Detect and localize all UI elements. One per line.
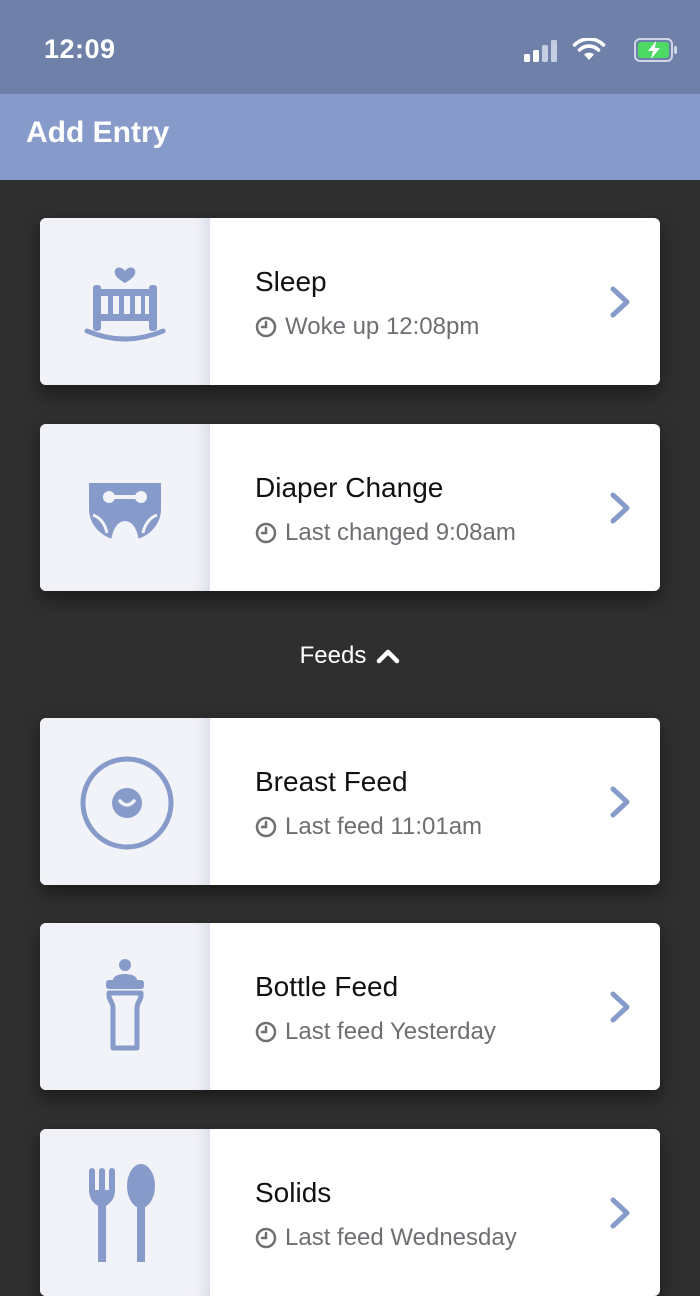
- entry-card-bottle-feed[interactable]: Bottle Feed Last feed Yesterday: [40, 923, 660, 1090]
- entry-subtitle: Last changed 9:08am: [255, 519, 516, 547]
- chevron-right-icon: [610, 492, 630, 524]
- entry-subtitle: Last feed Yesterday: [255, 1018, 496, 1046]
- entry-subtitle-text: Last feed Yesterday: [285, 1018, 496, 1045]
- clock-icon: [255, 1227, 277, 1249]
- feeds-section-label: Feeds: [299, 642, 367, 669]
- nav-header: Add Entry: [0, 94, 700, 180]
- entry-icon-panel: [40, 424, 210, 591]
- status-bar: 12:09: [0, 0, 700, 94]
- entry-card-diaper-change[interactable]: Diaper Change Last changed 9:08am: [40, 424, 660, 591]
- entry-title: Diaper Change: [255, 472, 444, 503]
- entry-title: Bottle Feed: [255, 971, 399, 1002]
- status-icons: [518, 38, 678, 64]
- entry-subtitle-text: Last changed 9:08am: [285, 519, 516, 546]
- entry-icon-panel: [40, 718, 210, 885]
- wifi-icon: [572, 38, 606, 60]
- chevron-up-icon: [377, 649, 400, 664]
- entry-card-sleep[interactable]: Sleep Woke up 12:08pm: [40, 218, 660, 385]
- clock-icon: [255, 316, 277, 338]
- chevron-right-icon: [610, 786, 630, 818]
- chevron-right-icon: [610, 991, 630, 1023]
- entry-card-solids[interactable]: Solids Last feed Wednesday: [40, 1129, 660, 1296]
- clock-icon: [255, 522, 277, 544]
- signal-icon: [524, 40, 557, 62]
- entry-subtitle-text: Last feed Wednesday: [285, 1224, 517, 1251]
- fork-spoon-icon: [89, 1164, 155, 1262]
- entry-card-breast-feed[interactable]: Breast Feed Last feed 11:01am: [40, 718, 660, 885]
- clock-icon: [255, 1021, 277, 1043]
- page-title: Add Entry: [26, 116, 170, 149]
- entry-subtitle-text: Last feed 11:01am: [285, 813, 483, 840]
- bottle-icon: [106, 959, 144, 1051]
- clock-icon: [255, 816, 277, 838]
- entry-subtitle: Last feed 11:01am: [255, 813, 482, 841]
- chevron-right-icon: [610, 1197, 630, 1229]
- feeds-section-toggle[interactable]: Feeds: [0, 636, 700, 676]
- battery-charging-icon: [634, 38, 677, 62]
- status-time: 12:09: [44, 34, 116, 64]
- entry-title: Breast Feed: [255, 766, 408, 797]
- entry-subtitle: Last feed Wednesday: [255, 1224, 517, 1252]
- entry-title: Sleep: [255, 266, 327, 297]
- entry-icon-panel: [40, 923, 210, 1090]
- breast-icon: [80, 756, 174, 850]
- diaper-icon: [89, 483, 161, 541]
- entry-subtitle: Woke up 12:08pm: [255, 313, 479, 341]
- crib-icon: [84, 267, 166, 342]
- entry-subtitle-text: Woke up 12:08pm: [285, 313, 480, 340]
- chevron-right-icon: [610, 286, 630, 318]
- entry-icon-panel: [40, 1129, 210, 1296]
- entry-title: Solids: [255, 1177, 332, 1208]
- entry-icon-panel: [40, 218, 210, 385]
